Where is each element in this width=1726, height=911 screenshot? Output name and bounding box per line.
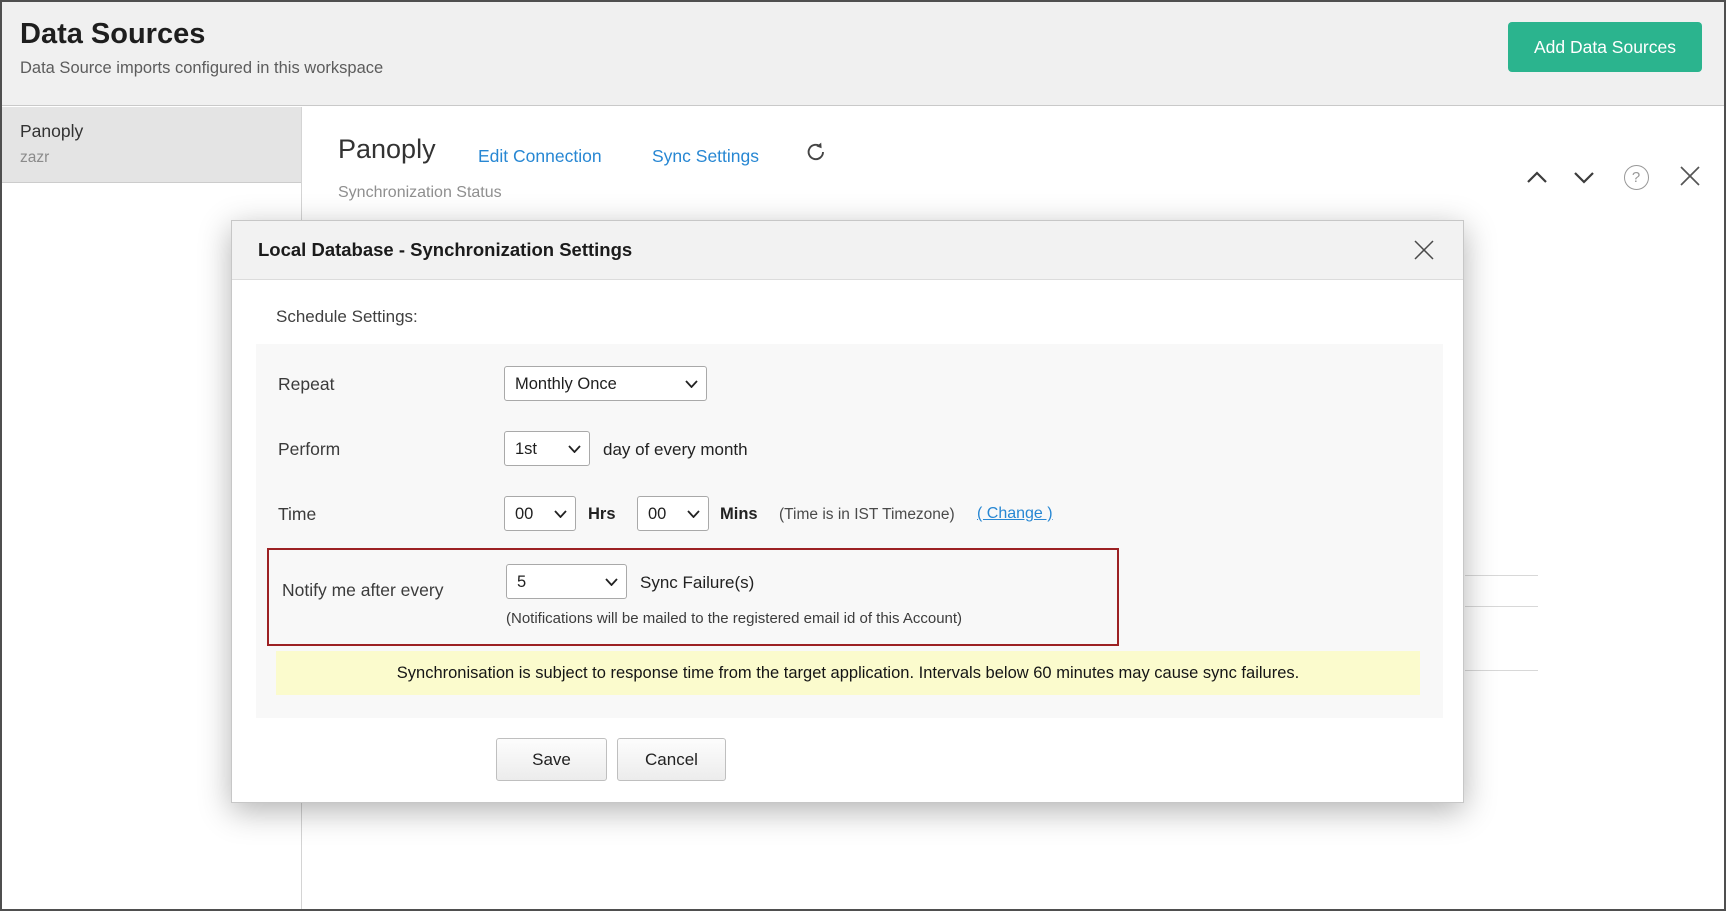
sidebar-item-workspace: zazr xyxy=(20,149,283,167)
modal-title: Local Database - Synchronization Setting… xyxy=(258,239,632,261)
perform-day-select[interactable]: 1st xyxy=(504,431,590,466)
page-header: Data Sources Data Source imports configu… xyxy=(2,2,1724,106)
notify-note: (Notifications will be mailed to the reg… xyxy=(506,610,962,627)
add-data-sources-button[interactable]: Add Data Sources xyxy=(1508,22,1702,72)
schedule-settings-label: Schedule Settings: xyxy=(276,307,418,327)
time-minutes-select-wrap: 00 xyxy=(637,496,709,531)
time-hours-select-wrap: 00 xyxy=(504,496,576,531)
table-divider xyxy=(1465,670,1538,671)
sidebar-item-panoply[interactable]: Panoply zazr xyxy=(2,107,301,183)
chevron-up-icon[interactable] xyxy=(1523,163,1551,191)
table-divider xyxy=(1465,575,1538,576)
datasource-title: Panoply xyxy=(338,134,436,165)
notify-count-select-wrap: 5 xyxy=(506,564,627,599)
perform-day-select-wrap: 1st xyxy=(504,431,590,466)
notify-suffix-label: Sync Failure(s) xyxy=(640,573,754,593)
chevron-down-icon[interactable] xyxy=(1570,163,1598,191)
app-window: Data Sources Data Source imports configu… xyxy=(0,0,1726,911)
table-divider xyxy=(1465,606,1538,607)
close-panel-icon[interactable] xyxy=(1676,162,1704,190)
schedule-settings-panel: Repeat Monthly Once Perform 1st day of xyxy=(256,344,1443,718)
cancel-button[interactable]: Cancel xyxy=(617,738,726,781)
perform-suffix-label: day of every month xyxy=(603,440,748,460)
minutes-unit-label: Mins xyxy=(720,505,758,524)
sidebar-item-name: Panoply xyxy=(20,121,283,142)
help-question-glyph: ? xyxy=(1624,165,1649,190)
time-minutes-select[interactable]: 00 xyxy=(637,496,709,531)
repeat-label: Repeat xyxy=(278,374,334,395)
sync-warning-note: Synchronisation is subject to response t… xyxy=(276,651,1420,695)
modal-header: Local Database - Synchronization Setting… xyxy=(232,221,1463,280)
notify-count-select[interactable]: 5 xyxy=(506,564,627,599)
repeat-select[interactable]: Monthly Once xyxy=(504,366,707,401)
perform-label: Perform xyxy=(278,439,340,460)
notify-highlight-box: Notify me after every 5 Sync Failure(s) … xyxy=(267,548,1119,646)
edit-connection-link[interactable]: Edit Connection xyxy=(478,146,602,167)
save-button[interactable]: Save xyxy=(496,738,607,781)
page-subtitle: Data Source imports configured in this w… xyxy=(20,59,383,78)
sync-status-label: Synchronization Status xyxy=(338,184,502,202)
change-timezone-link[interactable]: ( Change ) xyxy=(977,505,1053,523)
sync-settings-link[interactable]: Sync Settings xyxy=(652,146,759,167)
repeat-select-wrap: Monthly Once xyxy=(504,366,707,401)
time-hours-select[interactable]: 00 xyxy=(504,496,576,531)
sync-settings-modal: Local Database - Synchronization Setting… xyxy=(231,220,1464,803)
page-title: Data Sources xyxy=(20,18,205,51)
notify-label: Notify me after every xyxy=(282,580,443,601)
help-icon[interactable]: ? xyxy=(1622,163,1650,191)
hours-unit-label: Hrs xyxy=(588,505,616,524)
modal-close-icon[interactable] xyxy=(1411,237,1437,263)
time-label: Time xyxy=(278,504,316,525)
refresh-icon[interactable] xyxy=(804,140,830,166)
timezone-note: (Time is in IST Timezone) xyxy=(779,506,955,524)
